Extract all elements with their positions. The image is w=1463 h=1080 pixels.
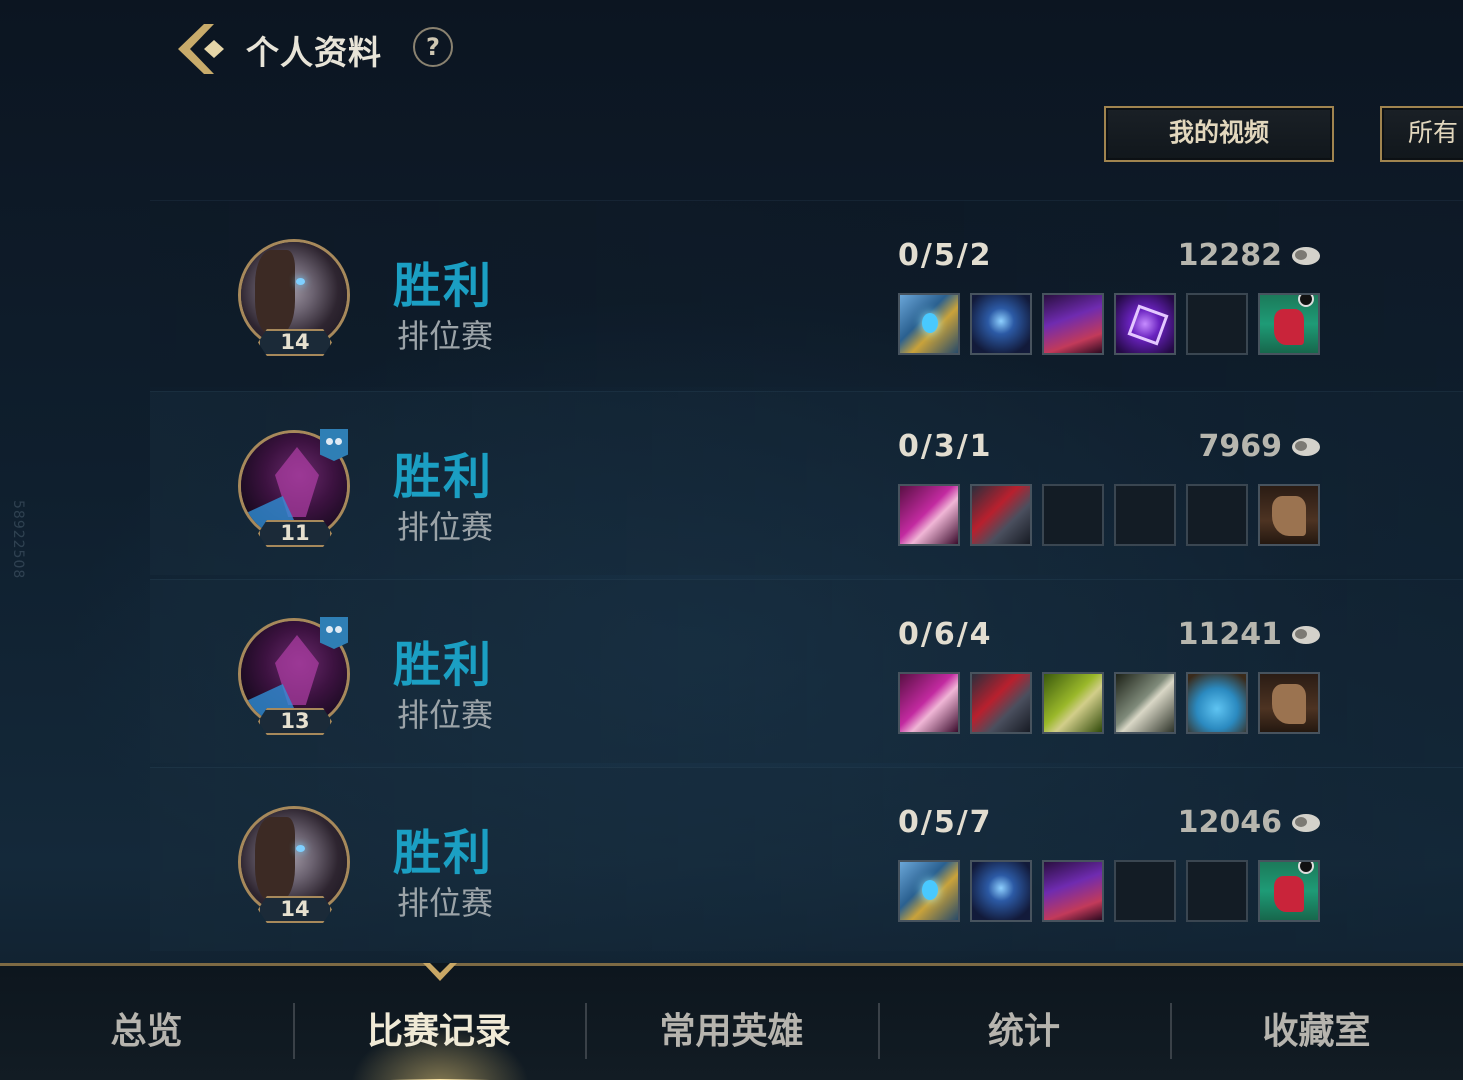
party-icon (320, 617, 348, 649)
scale-armor-item-icon[interactable] (1186, 672, 1248, 734)
tab-collection[interactable]: 收藏室 (1170, 966, 1463, 1080)
item-build (898, 293, 1320, 355)
empty-item-slot (1042, 484, 1104, 546)
tab-match-history[interactable]: 比赛记录 (293, 966, 585, 1080)
hat-item-icon[interactable] (1042, 860, 1104, 922)
gold-coin-icon (1292, 625, 1320, 644)
item-build (898, 860, 1320, 922)
tab-favorite-champions[interactable]: 常用英雄 (585, 966, 878, 1080)
item-build (898, 484, 1320, 546)
axe-item-icon[interactable] (970, 484, 1032, 546)
page-title: 个人资料 (246, 33, 382, 72)
champion-level: 13 (258, 708, 332, 735)
champion-level: 11 (258, 520, 332, 547)
brown-boots-item-icon[interactable] (1258, 672, 1320, 734)
gold-earned: 12282 (1178, 238, 1320, 273)
match-row[interactable]: 14 胜利 排位赛 0/5/2 12282 (150, 200, 1463, 387)
sword-item-icon[interactable] (1114, 672, 1176, 734)
party-icon (320, 429, 348, 461)
empty-item-slot (1114, 860, 1176, 922)
hat-item-icon[interactable] (1042, 293, 1104, 355)
gold-earned: 7969 (1198, 429, 1320, 464)
champion-level: 14 (258, 329, 332, 356)
mask-item-icon[interactable] (970, 293, 1032, 355)
match-mode: 排位赛 (397, 508, 494, 546)
gold-value: 7969 (1198, 429, 1283, 464)
blade-item-icon[interactable] (898, 672, 960, 734)
gold-coin-icon (1292, 813, 1320, 832)
match-mode: 排位赛 (397, 317, 494, 355)
gold-value: 12282 (1177, 238, 1282, 273)
blade-item-icon[interactable] (898, 484, 960, 546)
match-result: 胜利 (393, 637, 494, 693)
champion-level: 14 (258, 896, 332, 923)
gold-value: 12046 (1177, 805, 1282, 840)
gold-earned: 11241 (1178, 617, 1320, 652)
staff-item-icon[interactable] (898, 860, 960, 922)
match-mode: 排位赛 (397, 884, 494, 922)
tab-statistics[interactable]: 统计 (878, 966, 1170, 1080)
void-staff-item-icon[interactable] (1114, 293, 1176, 355)
my-videos-button[interactable]: 我的视频 (1104, 106, 1334, 162)
trident-item-icon[interactable] (1042, 672, 1104, 734)
staff-item-icon[interactable] (898, 293, 960, 355)
match-result: 胜利 (393, 449, 494, 505)
match-row[interactable]: 13 胜利 排位赛 0/6/4 11241 (150, 579, 1463, 763)
side-watermark: 58922508 (10, 500, 26, 580)
match-mode: 排位赛 (397, 696, 494, 734)
brown-boots-item-icon[interactable] (1258, 484, 1320, 546)
back-arrow-icon (178, 24, 224, 74)
item-build (898, 672, 1320, 734)
match-result: 胜利 (393, 258, 494, 314)
help-button[interactable]: ? (413, 27, 453, 67)
all-filter-button[interactable]: 所有 (1380, 106, 1463, 162)
gold-value: 11241 (1177, 617, 1282, 652)
back-button[interactable] (170, 18, 232, 80)
gold-earned: 12046 (1178, 805, 1320, 840)
match-row[interactable]: 14 胜利 排位赛 0/5/7 12046 (150, 767, 1463, 951)
gold-coin-icon (1292, 246, 1320, 265)
match-result: 胜利 (393, 825, 494, 881)
mask-item-icon[interactable] (970, 860, 1032, 922)
match-history-list: 14 胜利 排位赛 0/5/2 12282 11 胜利 排位赛 0/3/1 79… (150, 200, 1463, 955)
axe-item-icon[interactable] (970, 672, 1032, 734)
empty-item-slot (1186, 484, 1248, 546)
red-boots-item-icon[interactable] (1258, 860, 1320, 922)
kda-score: 0/5/2 (898, 238, 993, 273)
kda-score: 0/3/1 (898, 429, 993, 464)
profile-screen: 58922508 个人资料 ? 我的视频 所有 14 胜利 排位赛 0/5/2 … (0, 0, 1463, 1080)
red-boots-item-icon[interactable] (1258, 293, 1320, 355)
kda-score: 0/6/4 (898, 617, 993, 652)
tab-overview[interactable]: 总览 (0, 966, 293, 1080)
empty-item-slot (1186, 860, 1248, 922)
match-row[interactable]: 11 胜利 排位赛 0/3/1 7969 (150, 391, 1463, 575)
bottom-nav: 总览 比赛记录 常用英雄 统计 收藏室 (0, 963, 1463, 1080)
empty-item-slot (1114, 484, 1176, 546)
empty-item-slot (1186, 293, 1248, 355)
gold-coin-icon (1292, 437, 1320, 456)
kda-score: 0/5/7 (898, 805, 993, 840)
